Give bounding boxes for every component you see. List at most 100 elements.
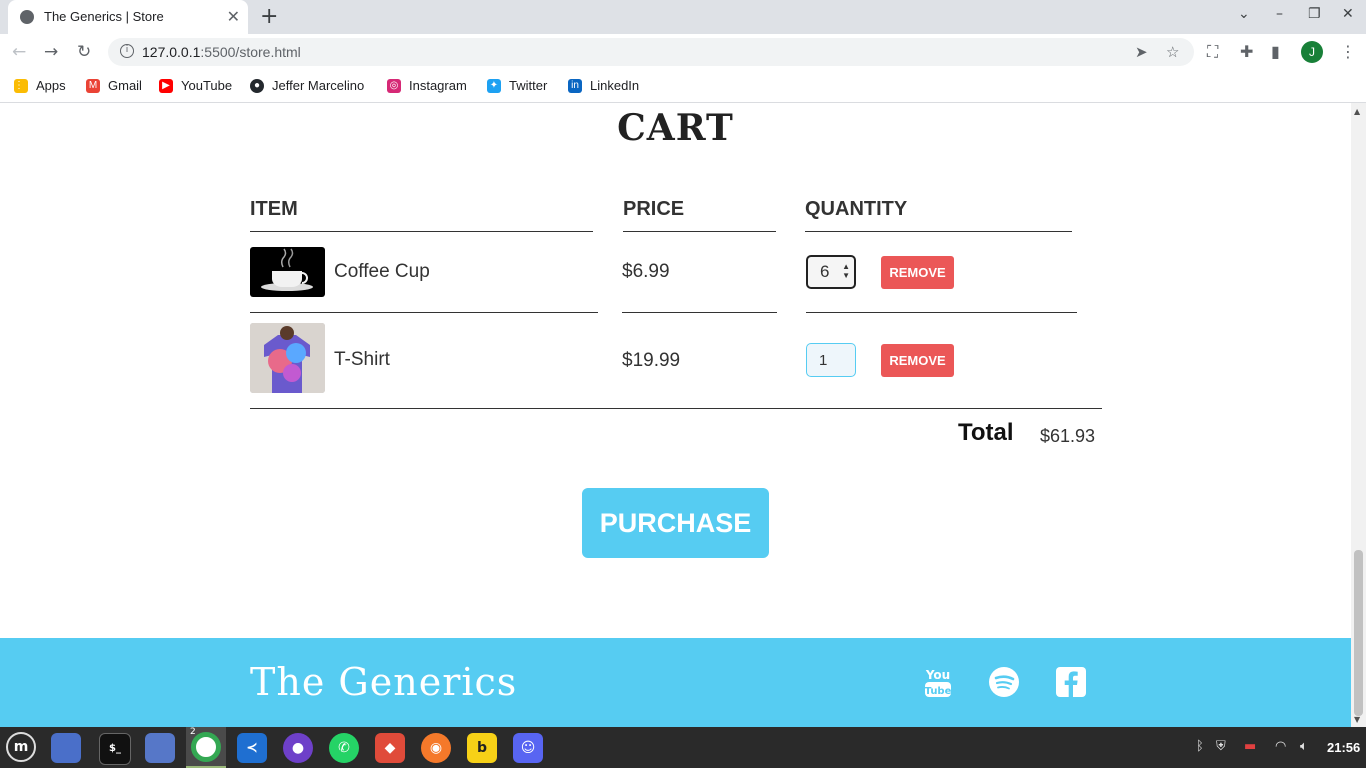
youtube-icon: ▶ <box>159 78 173 93</box>
new-tab-button[interactable]: + <box>260 4 278 29</box>
linkedin-icon: in <box>568 78 582 93</box>
purchase-button[interactable]: PURCHASE <box>582 488 769 558</box>
total-value: $61.93 <box>1040 426 1096 446</box>
bookmark-gmail[interactable]: M Gmail <box>86 78 142 93</box>
bookmark-youtube[interactable]: ▶ YouTube <box>159 78 232 93</box>
taskbar: m $_ 2 ≺ ● ✆ ◆ ◉ b ☺ ᛒ ⛨ ▬ ◠ 🔈︎ 21:56 <box>0 727 1366 768</box>
profile-avatar[interactable]: J <box>1301 41 1323 63</box>
tshirt-image <box>250 323 325 393</box>
spinner-icon[interactable]: ▲ ▼ <box>842 262 850 280</box>
side-panel-icon[interactable]: ▮ <box>1271 42 1280 61</box>
divider <box>622 312 777 313</box>
gimp-icon[interactable]: ◆ <box>375 733 405 763</box>
apps-grid-icon: ⋮⋮ <box>14 78 34 93</box>
footer: The Generics You Tube <box>0 638 1351 727</box>
vscode-icon[interactable]: ≺ <box>237 733 267 763</box>
site-info-icon[interactable]: i <box>120 44 134 58</box>
spotify-icon[interactable] <box>988 666 1020 702</box>
youtube-icon[interactable]: You Tube <box>924 666 952 702</box>
beekeeper-icon[interactable]: b <box>467 733 497 763</box>
chrome-window-count: 2 <box>190 727 196 737</box>
whatsapp-icon[interactable]: ✆ <box>329 733 359 763</box>
facebook-icon[interactable] <box>1055 666 1087 702</box>
menu-icon[interactable]: ⋮ <box>1340 42 1356 61</box>
divider <box>805 231 1072 232</box>
instagram-icon: ◎ <box>387 78 401 93</box>
total-label: Total <box>958 419 1014 446</box>
scroll-up-icon[interactable]: ▲ <box>1354 107 1360 116</box>
clock[interactable]: 21:56 <box>1327 740 1360 755</box>
quantity-value: 6 <box>820 262 830 281</box>
bookmark-label: Gmail <box>108 78 142 93</box>
volume-icon[interactable]: 🔈︎ <box>1300 739 1308 754</box>
url-text[interactable]: 127.0.0.1:5500/store.html <box>142 44 301 60</box>
bookmark-star-icon[interactable]: ☆ <box>1166 43 1179 61</box>
column-header-item: ITEM <box>250 198 298 220</box>
bookmark-github[interactable]: ● Jeffer Marcelino <box>250 78 364 93</box>
browser-tab-strip: The Generics | Store ✕ + ⌄ – ❐ ✕ <box>0 0 1366 34</box>
github-desktop-icon[interactable]: ● <box>283 733 313 763</box>
address-bar[interactable]: i 127.0.0.1:5500/store.html ➤ ☆ <box>108 38 1194 66</box>
bookmark-apps[interactable]: ⋮⋮ Apps <box>14 78 66 93</box>
keyboard-layout-flag-icon[interactable]: ▬ <box>1244 739 1256 754</box>
item-price: $19.99 <box>622 350 681 371</box>
footer-brand: The Generics <box>250 660 518 704</box>
bookmark-label: LinkedIn <box>590 78 640 93</box>
quantity-input[interactable]: 1 <box>806 343 856 377</box>
close-icon[interactable]: ✕ <box>227 7 240 26</box>
item-name: T-Shirt <box>334 349 390 370</box>
bookmark-twitter[interactable]: ✦ Twitter <box>487 78 547 93</box>
quantity-input[interactable]: 6 ▲ ▼ <box>806 255 856 289</box>
scroll-thumb[interactable] <box>1354 550 1363 716</box>
bookmark-label: Jeffer Marcelino <box>272 78 365 93</box>
divider <box>623 231 776 232</box>
remove-button[interactable]: REMOVE <box>881 256 954 289</box>
scroll-down-icon[interactable]: ▼ <box>1354 715 1360 724</box>
bookmark-label: Instagram <box>409 78 467 93</box>
column-header-price: PRICE <box>623 198 685 220</box>
bookmark-instagram[interactable]: ◎ Instagram <box>387 78 467 93</box>
page-scrollbar[interactable]: ▲ ▼ <box>1351 103 1366 727</box>
bookmarks-bar: ⋮⋮ Apps M Gmail ▶ YouTube ● Jeffer Marce… <box>0 70 1366 103</box>
twitter-icon: ✦ <box>487 78 501 93</box>
divider <box>250 408 1102 409</box>
restore-icon[interactable]: ❐ <box>1308 6 1321 22</box>
discord-icon[interactable]: ☺ <box>513 733 543 763</box>
globe-icon <box>20 10 34 24</box>
item-name: Coffee Cup <box>334 261 430 282</box>
divider <box>250 231 593 232</box>
mint-menu-icon[interactable]: m <box>6 732 36 762</box>
bookmark-label: Apps <box>36 78 66 93</box>
tab-title: The Generics | Store <box>44 9 164 24</box>
gmail-icon: M <box>86 78 100 93</box>
files-icon[interactable] <box>145 733 175 763</box>
reload-icon[interactable]: ↻ <box>77 42 91 62</box>
send-icon[interactable]: ➤ <box>1135 43 1148 61</box>
remove-button[interactable]: REMOVE <box>881 344 954 377</box>
bookmark-label: YouTube <box>181 78 233 93</box>
shield-icon[interactable]: ⛨ <box>1216 739 1226 754</box>
tab-capture-icon[interactable]: ⛶ <box>1207 42 1218 62</box>
wifi-icon[interactable]: ◠ <box>1275 739 1286 754</box>
window-close-icon[interactable]: ✕ <box>1342 6 1354 22</box>
forward-icon[interactable]: → <box>44 42 58 62</box>
tab-search-icon[interactable]: ⌄ <box>1238 6 1250 22</box>
bluetooth-icon[interactable]: ᛒ <box>1196 739 1204 754</box>
cart-title: CART <box>617 107 734 149</box>
svg-text:You: You <box>925 668 950 682</box>
divider <box>806 312 1077 313</box>
minimize-icon[interactable]: – <box>1276 6 1283 22</box>
back-icon[interactable]: ← <box>12 42 26 62</box>
blender-icon[interactable]: ◉ <box>421 733 451 763</box>
terminal-icon[interactable]: $_ <box>99 733 131 765</box>
browser-toolbar: ← → ↻ i 127.0.0.1:5500/store.html ➤ ☆ ⛶ … <box>0 34 1366 70</box>
quantity-value: 1 <box>819 352 828 369</box>
url-host: 127.0.0.1 <box>142 44 201 60</box>
extensions-icon[interactable]: ✚ <box>1240 42 1253 61</box>
bookmark-linkedin[interactable]: in LinkedIn <box>568 78 639 93</box>
browser-tab[interactable]: The Generics | Store ✕ <box>8 0 248 34</box>
divider <box>250 312 598 313</box>
item-price: $6.99 <box>622 261 670 282</box>
show-desktop-icon[interactable] <box>51 733 81 763</box>
github-icon: ● <box>250 78 264 93</box>
